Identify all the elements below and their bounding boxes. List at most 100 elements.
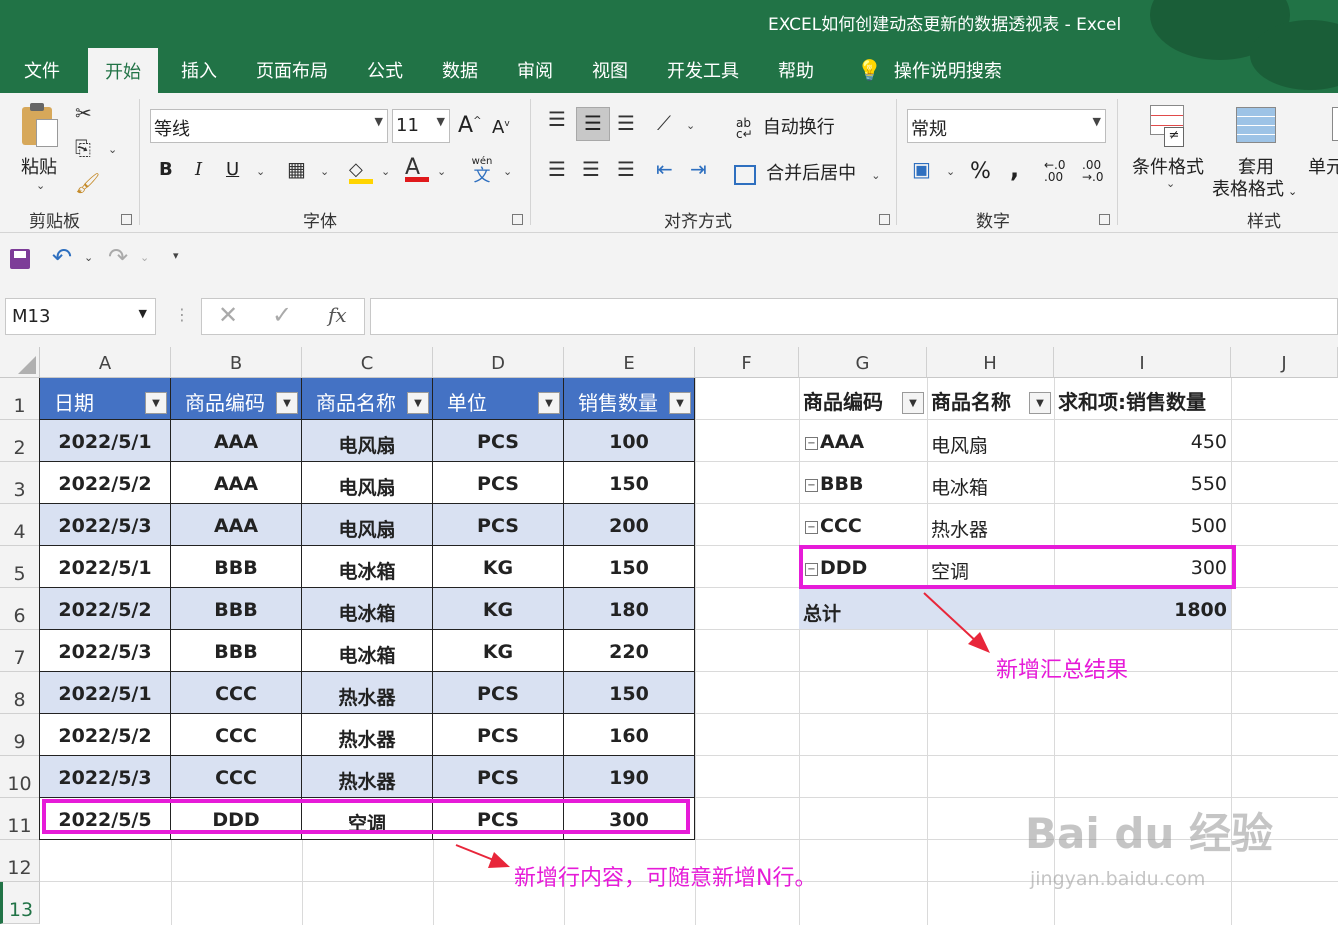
row-header-11[interactable]: 11	[0, 798, 40, 840]
formula-input[interactable]	[370, 298, 1338, 335]
chevron-down-icon[interactable]: ⌄	[320, 165, 329, 178]
copy-icon[interactable]: ⎘	[75, 136, 91, 160]
table-cell-qty[interactable]: 150	[564, 546, 695, 588]
table-cell-name[interactable]: 热水器	[302, 756, 433, 798]
filter-dropdown-icon[interactable]: ▼	[669, 392, 691, 414]
row-header-7[interactable]: 7	[0, 630, 40, 672]
table-cell-date[interactable]: 2022/5/2	[40, 462, 171, 504]
row-header-13[interactable]: 13	[0, 882, 40, 924]
tab-data[interactable]: 数据	[442, 57, 478, 83]
decrease-indent-icon[interactable]: ⇤	[656, 157, 673, 181]
paste-button[interactable]: 粘贴 ⌄	[16, 101, 66, 196]
grow-font-icon[interactable]: A^	[458, 113, 481, 138]
row-header-9[interactable]: 9	[0, 714, 40, 756]
dialog-launcher-icon[interactable]	[879, 214, 890, 225]
table-cell-code[interactable]: BBB	[171, 546, 302, 588]
table-cell-date[interactable]: 2022/5/2	[40, 588, 171, 630]
row-header-5[interactable]: 5	[0, 546, 40, 588]
table-cell-qty[interactable]: 220	[564, 630, 695, 672]
table-cell-name[interactable]: 热水器	[302, 672, 433, 714]
chevron-down-icon[interactable]: ⌄	[381, 165, 390, 178]
tab-review[interactable]: 审阅	[517, 57, 553, 83]
column-header-f[interactable]: F	[695, 347, 799, 378]
table-cell-unit[interactable]: PCS	[433, 714, 564, 756]
phonetic-icon[interactable]: wén 文	[470, 157, 494, 186]
font-color-icon[interactable]: A	[405, 155, 429, 183]
table-cell-unit[interactable]: PCS	[433, 420, 564, 462]
align-left-icon[interactable]: ☰	[548, 157, 566, 181]
collapse-icon[interactable]: −	[805, 437, 818, 450]
table-cell-unit[interactable]: PCS	[433, 504, 564, 546]
filter-dropdown-icon[interactable]: ▼	[276, 392, 298, 414]
format-painter-icon[interactable]: 🖌	[75, 171, 100, 195]
table-cell-name[interactable]: 电冰箱	[302, 630, 433, 672]
orientation-icon[interactable]: ⟋	[657, 111, 671, 135]
align-top-icon[interactable]: ☰	[548, 107, 566, 131]
table-cell-code[interactable]: CCC	[171, 672, 302, 714]
align-bottom-icon[interactable]: ☰	[617, 111, 635, 135]
align-middle-button[interactable]: ☰	[576, 107, 610, 141]
pivot-row-code[interactable]: − CCC	[805, 504, 925, 546]
pivot-row-sum[interactable]: 450	[1054, 420, 1227, 462]
pivot-row-name[interactable]: 电冰箱	[931, 462, 1051, 504]
table-cell-code[interactable]: BBB	[171, 630, 302, 672]
dialog-launcher-icon[interactable]	[121, 214, 132, 225]
chevron-down-icon[interactable]: ⌄	[84, 251, 93, 264]
table-cell-qty[interactable]: 150	[564, 672, 695, 714]
table-cell-qty[interactable]: 100	[564, 420, 695, 462]
table-cell-unit[interactable]: PCS	[433, 462, 564, 504]
number-format-select[interactable]: 常规 ▼	[907, 109, 1106, 143]
collapse-icon[interactable]: −	[805, 521, 818, 534]
table-cell-unit[interactable]: KG	[433, 546, 564, 588]
accounting-format-icon[interactable]: ▣	[912, 157, 931, 181]
table-cell-date[interactable]: 2022/5/2	[40, 714, 171, 756]
pivot-total-label[interactable]: 总计	[803, 588, 923, 630]
comma-button[interactable]: ,	[1010, 155, 1019, 183]
percent-button[interactable]: %	[970, 159, 991, 184]
save-icon[interactable]	[10, 249, 30, 269]
column-header-e[interactable]: E	[564, 347, 695, 378]
pivot-total-value[interactable]: 1800	[1054, 588, 1227, 630]
chevron-down-icon[interactable]: ⌄	[503, 165, 512, 178]
decrease-decimal-button[interactable]: .00 →.0	[1082, 159, 1104, 183]
table-cell-qty[interactable]: 160	[564, 714, 695, 756]
table-cell-date[interactable]: 2022/5/1	[40, 546, 171, 588]
table-cell-name[interactable]: 电风扇	[302, 462, 433, 504]
row-header-3[interactable]: 3	[0, 462, 40, 504]
row-header-4[interactable]: 4	[0, 504, 40, 546]
border-icon[interactable]: ▦	[287, 157, 306, 181]
chevron-down-icon[interactable]: ⌄	[437, 165, 446, 178]
tab-developer[interactable]: 开发工具	[667, 57, 739, 83]
column-header-j[interactable]: J	[1231, 347, 1338, 378]
table-cell-name[interactable]: 电冰箱	[302, 588, 433, 630]
tab-insert[interactable]: 插入	[181, 57, 217, 83]
row-header-6[interactable]: 6	[0, 588, 40, 630]
filter-dropdown-icon[interactable]: ▼	[538, 392, 560, 414]
column-header-g[interactable]: G	[799, 347, 927, 378]
undo-icon[interactable]: ↶	[52, 243, 72, 271]
align-right-icon[interactable]: ☰	[617, 157, 635, 181]
chevron-down-icon[interactable]: ⌄	[108, 143, 117, 156]
column-header-i[interactable]: I	[1054, 347, 1231, 378]
dialog-launcher-icon[interactable]	[1099, 214, 1110, 225]
chevron-down-icon[interactable]: ⌄	[256, 165, 265, 178]
table-cell-qty[interactable]: 150	[564, 462, 695, 504]
pivot-row-name[interactable]: 热水器	[931, 504, 1051, 546]
table-cell-unit[interactable]: PCS	[433, 756, 564, 798]
table-cell-qty[interactable]: 190	[564, 756, 695, 798]
table-cell-name[interactable]: 电风扇	[302, 420, 433, 462]
italic-button[interactable]: I	[195, 159, 202, 180]
pivot-header-sum[interactable]: 求和项:销售数量	[1058, 378, 1231, 420]
chevron-down-icon[interactable]: ⌄	[686, 119, 695, 132]
pivot-filter-dropdown-icon[interactable]: ▼	[1029, 392, 1051, 414]
column-header-b[interactable]: B	[171, 347, 302, 378]
table-cell-code[interactable]: CCC	[171, 714, 302, 756]
conditional-formatting-button[interactable]: ≠ 条件格式 ⌄	[1130, 101, 1210, 196]
row-header-12[interactable]: 12	[0, 840, 40, 882]
chevron-down-icon[interactable]: ⌄	[946, 165, 955, 178]
tab-view[interactable]: 视图	[592, 57, 628, 83]
cancel-icon[interactable]: ✕	[218, 301, 238, 329]
pivot-row-name[interactable]: 电风扇	[931, 420, 1051, 462]
table-cell-qty[interactable]: 180	[564, 588, 695, 630]
pivot-row-sum[interactable]: 500	[1054, 504, 1227, 546]
